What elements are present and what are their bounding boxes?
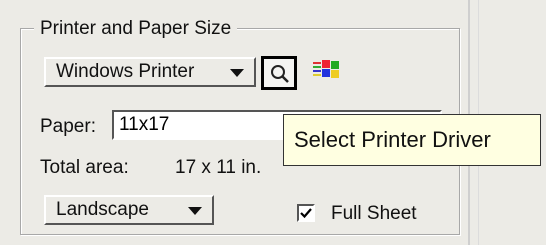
orientation-dropdown[interactable]: Landscape	[44, 195, 214, 225]
full-sheet-checkbox[interactable]	[297, 204, 315, 222]
windows-logo-icon[interactable]	[312, 57, 342, 88]
printer-dropdown-value: Windows Printer	[56, 61, 195, 82]
printer-dropdown[interactable]: Windows Printer	[44, 57, 256, 87]
full-sheet-label: Full Sheet	[331, 203, 417, 224]
orientation-dropdown-value: Landscape	[56, 199, 149, 220]
paper-label: Paper:	[40, 116, 96, 137]
magnifier-glyph	[271, 65, 289, 83]
total-area-label: Total area:	[40, 157, 129, 178]
chevron-down-icon	[230, 69, 244, 77]
groupbox-title: Printer and Paper Size	[34, 17, 238, 41]
chevron-down-icon	[188, 207, 202, 215]
tooltip: Select Printer Driver	[283, 114, 541, 166]
windows-logo-glyph	[313, 60, 339, 78]
magnifier-icon[interactable]	[261, 56, 297, 90]
total-area-value: 17 x 11 in.	[175, 157, 262, 178]
checkmark-icon	[300, 208, 312, 219]
